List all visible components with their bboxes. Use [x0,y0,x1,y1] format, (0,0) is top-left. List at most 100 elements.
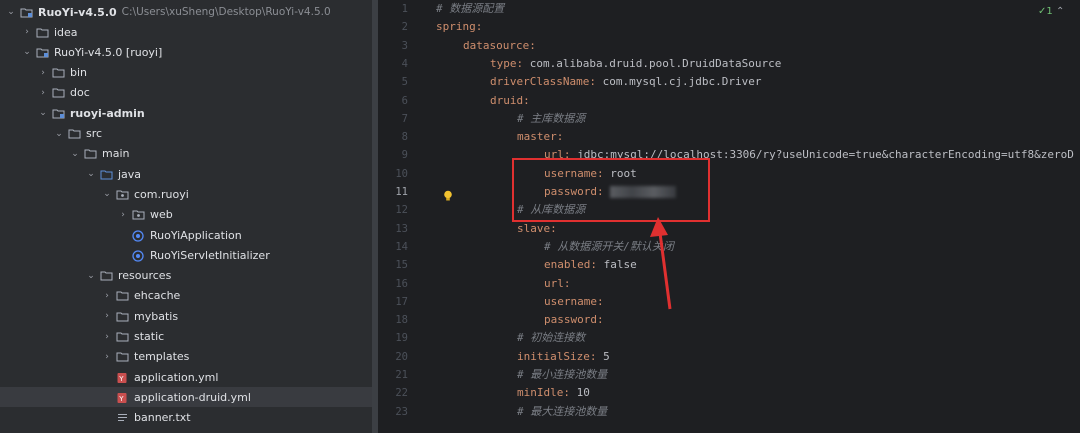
yaml-file-icon: Y [116,392,129,403]
inspection-widget[interactable]: ✓1 ⌃ [1038,6,1064,17]
tree-item[interactable]: banner.txt [0,408,372,428]
code-line[interactable]: type: com.alibaba.druid.pool.DruidDataSo… [490,55,781,73]
tree-item-label: RuoYi-v4.5.0 [ruoyi] [54,45,163,59]
tree-item-label: web [150,208,173,222]
code-line[interactable]: enabled: false [544,256,637,274]
chevron-down-icon[interactable]: ⌄ [38,108,48,118]
yaml-key: datasource: [463,38,536,52]
tree-item[interactable]: Yapplication-druid.yml [0,387,372,408]
tree-item[interactable]: ⌄ main [0,144,372,164]
tree-item[interactable]: RuoYiServletInitializer [0,245,372,265]
tree-item[interactable]: ⌄ ruoyi-admin [0,103,372,123]
line-number: 2 [401,21,408,34]
code-line[interactable]: driverClassName: com.mysql.cj.jdbc.Drive… [490,73,762,91]
tree-item[interactable]: › doc [0,83,372,103]
chevron-up-icon: ⌃ [1052,6,1065,17]
folder-icon [116,290,129,301]
yaml-comment: # 主库数据源 [517,111,586,125]
code-line[interactable]: username: [544,293,604,311]
code-line[interactable]: initialSize: 5 [517,348,610,366]
code-line[interactable]: spring: [436,18,482,36]
line-number: 7 [401,112,408,125]
tree-item-label: RuoYiApplication [150,228,242,242]
tree-item[interactable]: › ehcache [0,286,372,306]
chevron-right-icon[interactable]: › [102,311,112,321]
yaml-comment: # 初始连接数 [517,331,586,345]
tree-item[interactable]: › templates [0,347,372,367]
tree-item[interactable]: › web [0,205,372,225]
yaml-comment: # 最大连接池数量 [517,404,608,418]
code-line[interactable]: # 最大连接池数量 [517,403,607,421]
line-number: 9 [401,149,408,162]
line-number: 18 [395,314,408,327]
line-number: 20 [395,350,408,363]
code-line[interactable]: druid: [490,92,530,110]
chevron-down-icon[interactable]: ⌄ [54,129,64,139]
yaml-key: password: [544,313,604,327]
code-line[interactable]: url: [544,275,571,293]
chevron-right-icon[interactable]: › [102,332,112,342]
code-line[interactable]: # 主库数据源 [517,110,585,128]
chevron-down-icon[interactable]: ⌄ [102,189,112,199]
chevron-down-icon[interactable]: ⌄ [70,149,80,159]
yaml-key: initialSize: [517,349,597,363]
chevron-right-icon[interactable]: › [102,291,112,301]
line-number: 16 [395,277,408,290]
line-number: 17 [395,295,408,308]
chevron-down-icon[interactable]: ⌄ [86,169,96,179]
source-folder-icon [100,169,113,180]
tree-item[interactable]: ⌄ java [0,164,372,184]
yaml-value: 5 [596,349,610,363]
module-folder-icon [36,47,49,58]
chevron-right-icon[interactable]: › [38,68,48,78]
chevron-right-icon[interactable]: › [118,210,128,220]
project-tree: ⌄ RuoYi-v4.5.0 C:\Users\xuSheng\Desktop\… [0,0,372,433]
tree-item[interactable]: Yapplication.yml [0,367,372,387]
code-line[interactable]: # 数据源配置 [436,0,504,18]
tree-item[interactable]: ⌄ com.ruoyi [0,184,372,204]
tree-item[interactable]: › bin [0,63,372,83]
chevron-down-icon[interactable]: ⌄ [6,7,16,17]
line-number: 14 [395,240,408,253]
tree-item[interactable]: › static [0,327,372,347]
folder-icon [84,148,97,159]
yaml-key: type: [490,56,524,70]
line-number: 22 [395,387,408,400]
module-folder-icon [52,108,65,119]
svg-text:Y: Y [118,395,124,403]
project-root-path: C:\Users\xuSheng\Desktop\RuoYi-v4.5.0 [121,6,331,18]
tree-item[interactable]: ⌄ resources [0,266,372,286]
code-line[interactable]: minIdle: 10 [517,384,590,402]
tree-item[interactable]: RuoYiApplication [0,225,372,245]
line-number: 5 [401,76,408,89]
chevron-right-icon[interactable]: › [22,27,32,37]
code-line[interactable]: slave: [517,220,557,238]
code-line[interactable]: # 最小连接池数量 [517,366,607,384]
code-line[interactable]: master: [517,128,563,146]
tree-item[interactable]: ⌄ RuoYi-v4.5.0 [ruoyi] [0,42,372,62]
folder-icon [116,311,129,322]
code-line[interactable]: datasource: [463,37,536,55]
tree-item[interactable]: › idea [0,22,372,42]
tree-item-label: com.ruoyi [134,187,189,201]
chevron-right-icon[interactable]: › [102,352,112,362]
line-number: 11 [395,186,408,198]
yaml-value: com.alibaba.druid.pool.DruidDataSource [523,56,782,70]
project-root-name: RuoYi-v4.5.0 [38,5,117,19]
tree-item-label: static [134,330,165,343]
tree-item[interactable]: ⌄ src [0,124,372,144]
chevron-right-icon[interactable]: › [38,88,48,98]
folder-icon [100,270,113,281]
tree-item-label: idea [54,25,78,39]
code-line[interactable]: password: [544,311,604,329]
chevron-down-icon[interactable]: ⌄ [86,271,96,281]
line-number: 21 [395,369,408,381]
code-line[interactable]: # 初始连接数 [517,329,585,347]
chevron-down-icon[interactable]: ⌄ [22,47,32,57]
project-root[interactable]: ⌄ RuoYi-v4.5.0 C:\Users\xuSheng\Desktop\… [0,2,372,22]
tree-item[interactable]: › mybatis [0,306,372,326]
yaml-comment: # 数据源配置 [436,2,505,15]
